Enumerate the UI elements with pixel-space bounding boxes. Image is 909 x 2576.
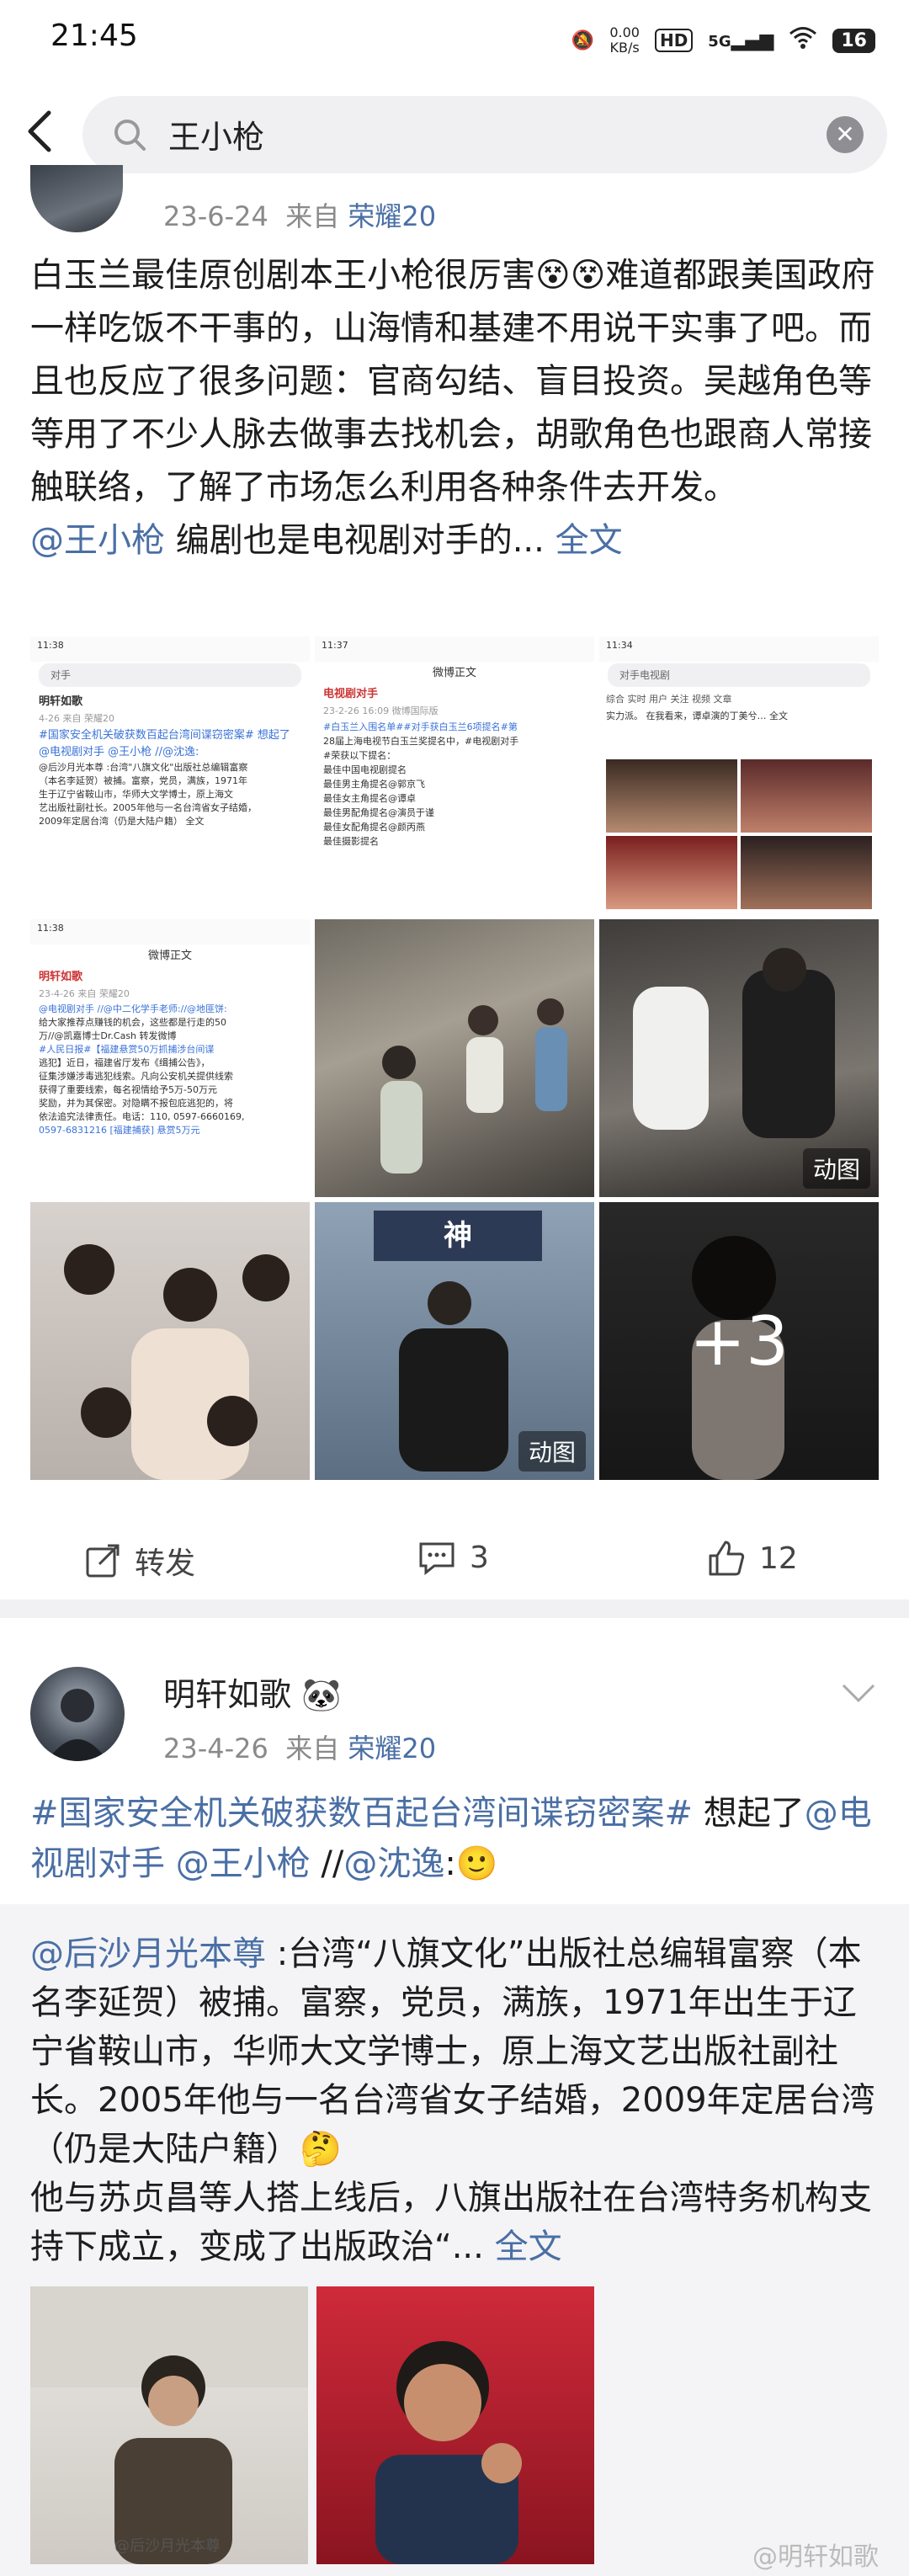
hashtag-link[interactable]: #国家安全机关破获数百起台湾间谍窃密案#	[30, 1794, 693, 1833]
close-icon: ✕	[835, 120, 855, 148]
shot-body: 电视剧对手 23-2-26 16:09 微博国际版 #白玉兰入围名单##对手获白…	[323, 688, 519, 847]
like-count: 12	[759, 1541, 798, 1576]
post-device[interactable]: 荣耀20	[348, 200, 436, 232]
shot-title: 微博正文	[432, 667, 476, 679]
mention-link[interactable]: @王小枪	[30, 521, 165, 560]
image-thumbnail[interactable]: 11:38 对手取消 明轩如歌 4-26 来自 荣耀20 #国家安全机关破获数百…	[30, 636, 310, 914]
image-thumbnail[interactable]: 动图	[599, 919, 879, 1197]
post-source-label: 来自	[285, 1732, 340, 1764]
chevron-down-icon[interactable]	[838, 1680, 879, 1707]
image-thumbnail[interactable]: 11:37 微博正文 电视剧对手 23-2-26 16:09 微博国际版 #白玉…	[315, 636, 594, 914]
wifi-icon	[789, 26, 817, 55]
search-icon	[114, 120, 146, 151]
status-icons: 🔕 0.00 KB/s HD 5G▂▄▆ 16	[571, 20, 875, 61]
back-arrow-icon	[28, 110, 51, 152]
shot-search-bar: 对手电视剧	[608, 663, 870, 687]
image-thumbnail[interactable]: 11:38 微博正文 明轩如歌 23-4-26 来自 荣耀20 @电视剧对手 /…	[30, 919, 310, 1197]
comment-icon	[419, 1542, 454, 1576]
image-thumbnail[interactable]: +3	[599, 1202, 879, 1480]
photo-figure	[30, 2286, 308, 2564]
post-divider	[0, 1599, 909, 1618]
image-thumbnail[interactable]	[315, 919, 594, 1197]
post-meta: 23-6-24 来自 荣耀20	[163, 195, 436, 234]
image-caption: @后沙月光本尊	[114, 2537, 221, 2555]
like-button[interactable]: 12	[707, 1539, 798, 1578]
shot-search-bar: 对手取消	[39, 663, 301, 687]
mention-link[interactable]: @王小枪	[176, 1844, 311, 1883]
shot-title: 微博正文	[147, 950, 192, 962]
photo-figures	[64, 1244, 290, 1480]
more-images-overlay: +3	[599, 1202, 879, 1480]
image-thumbnail[interactable]	[30, 1202, 310, 1480]
photo-figures	[380, 998, 567, 1174]
photo-figure	[375, 2341, 522, 2564]
shot-time: 11:38	[30, 636, 310, 662]
shot-tabs: 综合 实时 用户 关注 视频 文章	[606, 694, 732, 705]
image-thumbnail[interactable]	[316, 2286, 594, 2564]
mention-link[interactable]: @沈逸	[343, 1844, 444, 1883]
post-text: 白玉兰最佳原创剧本王小枪很厉害😵😵难道都跟美国政府一样吃饭不干事的，山海情和基建…	[30, 256, 875, 560]
gif-badge: 动图	[518, 1431, 586, 1472]
comment-count: 3	[470, 1540, 489, 1575]
user-name[interactable]: 明轩如歌 🐼	[163, 1669, 341, 1715]
post-text: #国家安全机关破获数百起台湾间谍窃密案# 想起了@电视剧对手 @王小枪 //@沈…	[30, 1794, 872, 1883]
hd-icon: HD	[654, 29, 694, 52]
shot-time: 11:34	[599, 636, 879, 662]
image-thumbnail[interactable]: 11:34 对手电视剧 综合 实时 用户 关注 视频 文章 实力派。 在我看来，…	[599, 636, 879, 914]
status-bar: 21:45 🔕 0.00 KB/s HD 5G▂▄▆ 16	[0, 0, 909, 77]
share-icon	[86, 1544, 120, 1578]
post-text-tail: 编剧也是电视剧对手的...	[165, 521, 545, 560]
mention-link[interactable]: @后沙月光本尊	[30, 1935, 266, 1973]
avatar[interactable]	[30, 1667, 125, 1761]
repost-text: @后沙月光本尊 :台湾“八旗文化”出版社总编辑富察（本名李延贺）被捕。富察，党员…	[30, 1935, 875, 2266]
image-thumbnail[interactable]: @后沙月光本尊	[30, 2286, 308, 2564]
watermark: @明轩如歌	[752, 2542, 879, 2572]
photo-sign: 神	[374, 1211, 542, 1261]
shot-body: 明轩如歌 4-26 来自 荣耀20 #国家安全机关破获数百起台湾间谍窃密案# 想…	[39, 695, 290, 827]
search-header: 王小枪 ✕	[0, 77, 909, 192]
mute-icon: 🔕	[571, 29, 595, 51]
battery-icon: 16	[832, 28, 875, 53]
image-grid: 11:38 对手取消 明轩如歌 4-26 来自 荣耀20 #国家安全机关破获数百…	[30, 636, 879, 1480]
post-device[interactable]: 荣耀20	[348, 1732, 436, 1764]
gif-badge: 动图	[802, 1148, 870, 1189]
status-time: 21:45	[50, 19, 138, 53]
post-date: 23-6-24	[163, 200, 268, 232]
network-speed: 0.00 KB/s	[609, 24, 640, 56]
avatar-figure	[47, 1689, 108, 1761]
repost-button[interactable]: 转发	[84, 1539, 195, 1583]
thumbs-up-icon	[709, 1541, 745, 1576]
full-text-link[interactable]: 全文	[556, 521, 623, 560]
post-date: 23-4-26	[163, 1732, 268, 1764]
post-meta: 23-4-26 来自 荣耀20	[163, 1727, 436, 1766]
comment-button[interactable]: 3	[417, 1539, 489, 1576]
panda-icon: 🐼	[301, 1676, 342, 1713]
shot-photos	[606, 759, 872, 909]
back-button[interactable]	[17, 106, 67, 157]
shot-time: 11:37	[315, 636, 594, 662]
signal-icon: 5G▂▄▆	[708, 29, 774, 51]
shot-line: 实力派。 在我看来，谭卓演的丁美兮… 全文	[606, 711, 788, 721]
post-actions: 转发 3 12	[0, 1522, 909, 1598]
search-input[interactable]: 王小枪 ✕	[82, 96, 887, 173]
post-source-label: 来自	[285, 200, 340, 232]
search-query: 王小枪	[168, 119, 265, 156]
full-text-link[interactable]: 全文	[495, 2227, 562, 2266]
avatar[interactable]	[30, 165, 123, 232]
shot-time: 11:38	[30, 919, 310, 945]
clear-search-button[interactable]: ✕	[827, 116, 864, 153]
image-thumbnail[interactable]: 神 动图	[315, 1202, 594, 1480]
shot-body: 明轩如歌 23-4-26 来自 荣耀20 @电视剧对手 //@中二化学手老师:/…	[39, 971, 245, 1136]
repost-label: 转发	[135, 1546, 196, 1581]
